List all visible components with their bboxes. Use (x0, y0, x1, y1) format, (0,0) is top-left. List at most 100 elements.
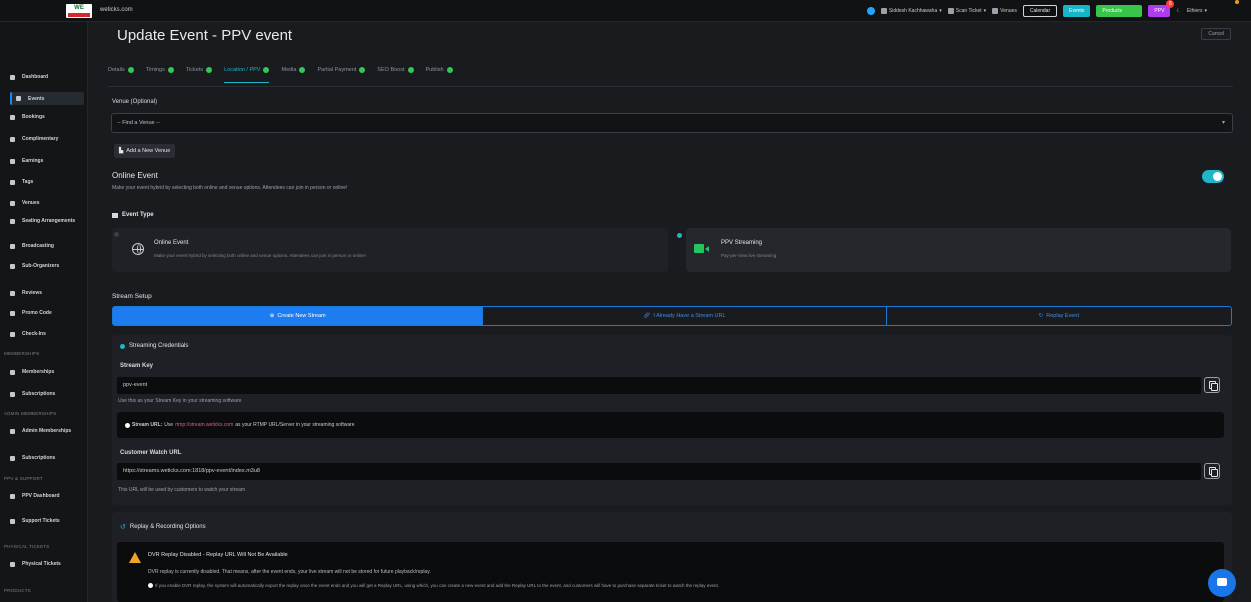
replay-options-heading: ↺ Replay & Recording Options (120, 523, 206, 531)
chat-support-button[interactable] (1208, 569, 1236, 597)
complimentary-icon (10, 136, 15, 142)
sidebar-item-promo-code[interactable]: Promo Code (10, 310, 84, 316)
sidebar-item-bookings[interactable]: Bookings (10, 114, 84, 120)
tab-tickets[interactable]: Tickets (186, 62, 213, 78)
event-type-ppv-card[interactable]: PPV Streaming Pay-per-view live streamin… (686, 228, 1231, 272)
more-label: Ethiers (1186, 8, 1203, 14)
more-menu[interactable]: Ethiers ▾ (1187, 8, 1207, 14)
sidebar-item-label: Admin Memberships (22, 428, 72, 434)
scan-label: Scan Ticket (955, 8, 982, 14)
sidebar-item-venues[interactable]: Venues (10, 200, 84, 206)
stream-url-code[interactable]: rtmp://stream.weticks.com (175, 412, 233, 438)
tab-label: Publish (425, 67, 444, 73)
sidebar-item-broadcasting[interactable]: Broadcasting (10, 243, 84, 249)
tab-timings[interactable]: Timings (146, 62, 174, 78)
dark-mode-toggle[interactable]: ☾ (1176, 8, 1180, 14)
tab-details[interactable]: Details (108, 62, 134, 78)
sidebar-item-physical-tickets[interactable]: Physical Tickets (10, 561, 84, 567)
watch-url-label: Customer Watch URL (120, 450, 182, 456)
sidebar-item-label: PPV Dashboard (22, 493, 60, 499)
sidebar-section-admin: ADMIN MEMBERSHIPS (4, 411, 57, 416)
user-menu[interactable]: Siddesh Kachhawaha ▾ (880, 8, 942, 14)
top-bar: WE weticks.com Siddesh Kachhawaha ▾ Scan… (0, 0, 1251, 22)
online-event-toggle[interactable] (1202, 170, 1224, 183)
sidebar-item-seating[interactable]: Seating Arrangements (10, 218, 84, 224)
notifications-button[interactable] (866, 7, 875, 15)
events-button[interactable]: Events (1063, 5, 1091, 17)
globe-icon (132, 243, 144, 255)
brand-logo[interactable]: WE (66, 4, 92, 18)
event-type-online-card[interactable]: Online Event Make your event hybrid by s… (112, 228, 668, 272)
card-title: PPV Streaming (721, 240, 763, 246)
tab-seo-boost[interactable]: SEO Boost (377, 62, 414, 78)
sidebar-item-label: Events (28, 95, 45, 102)
calendar-button[interactable]: Calendar (1022, 5, 1058, 17)
heading-label: Replay & Recording Options (129, 524, 206, 530)
ticket-icon (10, 561, 15, 567)
existing-stream-url-button[interactable]: 🔗︎ I Already Have a Stream URL (482, 307, 885, 325)
sidebar-item-memberships[interactable]: Memberships (10, 369, 84, 375)
chevron-down-icon: ▾ (1221, 120, 1225, 126)
sidebar-item-label: Sub-Organizers (22, 263, 60, 269)
sidebar-item-dashboard[interactable]: Dashboard (10, 74, 84, 80)
check-icon (167, 67, 174, 73)
copy-stream-key-button[interactable] (1204, 377, 1220, 393)
sidebar-item-label: Subscriptions (22, 391, 56, 397)
products-button[interactable]: Products (1096, 5, 1143, 17)
ppv-button[interactable]: PPV 6 (1148, 0, 1175, 17)
venues-link[interactable]: Venues (992, 8, 1017, 14)
check-icon (407, 67, 414, 73)
watch-url-field[interactable]: https://streams.weticks.com:1818/ppv-eve… (117, 463, 1201, 480)
sidebar-item-earnings[interactable]: Earnings (10, 158, 84, 164)
tab-partial-payment[interactable]: Partial Payment (317, 62, 366, 78)
venue-label: Venue (Optional) (112, 99, 158, 105)
create-new-stream-button[interactable]: ⊕ Create New Stream (113, 307, 483, 325)
link-icon: 🔗︎ (643, 313, 651, 319)
membership-icon (10, 369, 15, 375)
sidebar-item-events[interactable]: Events (10, 92, 84, 105)
button-label: I Already Have a Stream URL (653, 313, 726, 319)
sidebar-item-support-tickets[interactable]: Support Tickets (10, 518, 84, 524)
tags-icon (10, 179, 15, 185)
tab-location-ppv[interactable]: Location / PPV (224, 62, 270, 83)
sidebar-item-label: Seating Arrangements (22, 218, 76, 224)
ppv-badge: 6 (1166, 0, 1175, 8)
tab-label: Details (108, 67, 125, 73)
replay-icon: ↻ (1038, 313, 1044, 319)
event-type-label: Event Type (122, 212, 154, 218)
dvr-warning: DVR Replay Disabled - Replay URL Will No… (117, 542, 1224, 602)
sidebar-item-reviews[interactable]: Reviews (10, 290, 84, 296)
admin-icon (10, 428, 15, 434)
radio-selected[interactable] (677, 233, 682, 238)
sidebar-item-ppv-dashboard[interactable]: PPV Dashboard (10, 493, 84, 499)
stream-key-field[interactable]: ppv-event (117, 377, 1201, 394)
sidebar: Dashboard Events Bookings Complimentary … (0, 22, 88, 602)
sidebar-item-sub-organizers[interactable]: Sub-Organizers (10, 263, 84, 269)
sidebar-item-admin-memberships[interactable]: Admin Memberships (10, 428, 84, 434)
replay-event-button[interactable]: ↻ Replay Event (885, 307, 1231, 325)
venue-select[interactable]: -- Find a Venue -- ▾ (111, 113, 1233, 133)
watch-url-hint: This URL will be used by customers to wa… (118, 487, 246, 493)
scan-ticket-menu[interactable]: Scan Ticket ▾ (947, 8, 986, 14)
sidebar-item-complimentary[interactable]: Complimentary (10, 136, 84, 142)
tab-label: Location / PPV (224, 67, 261, 73)
stream-url-pre: Use (164, 422, 174, 428)
cancel-button[interactable]: Cancel (1201, 28, 1231, 40)
copy-watch-url-button[interactable] (1204, 463, 1220, 479)
add-venue-button[interactable]: ▙ Add a New Venue (114, 144, 176, 158)
tab-publish[interactable]: Publish (426, 62, 453, 78)
logo-stripe (68, 13, 90, 17)
logo-text: WE (74, 5, 84, 11)
sidebar-item-admin-subscriptions[interactable]: Subscriptions (10, 455, 84, 461)
venues-icon (10, 200, 15, 206)
add-venue-label: Add a New Venue (126, 148, 171, 154)
earnings-icon (10, 158, 15, 164)
sidebar-item-check-ins[interactable]: Check-Ins (10, 331, 84, 337)
tab-media[interactable]: Media (281, 62, 306, 78)
warning-title: DVR Replay Disabled - Replay URL Will No… (148, 552, 288, 558)
organizers-icon (10, 263, 15, 269)
stream-setup-heading: Stream Setup (112, 293, 152, 300)
sidebar-item-tags[interactable]: Tags (10, 179, 84, 185)
sidebar-item-subscriptions[interactable]: Subscriptions (10, 391, 84, 397)
sidebar-item-label: Venues (22, 200, 40, 206)
